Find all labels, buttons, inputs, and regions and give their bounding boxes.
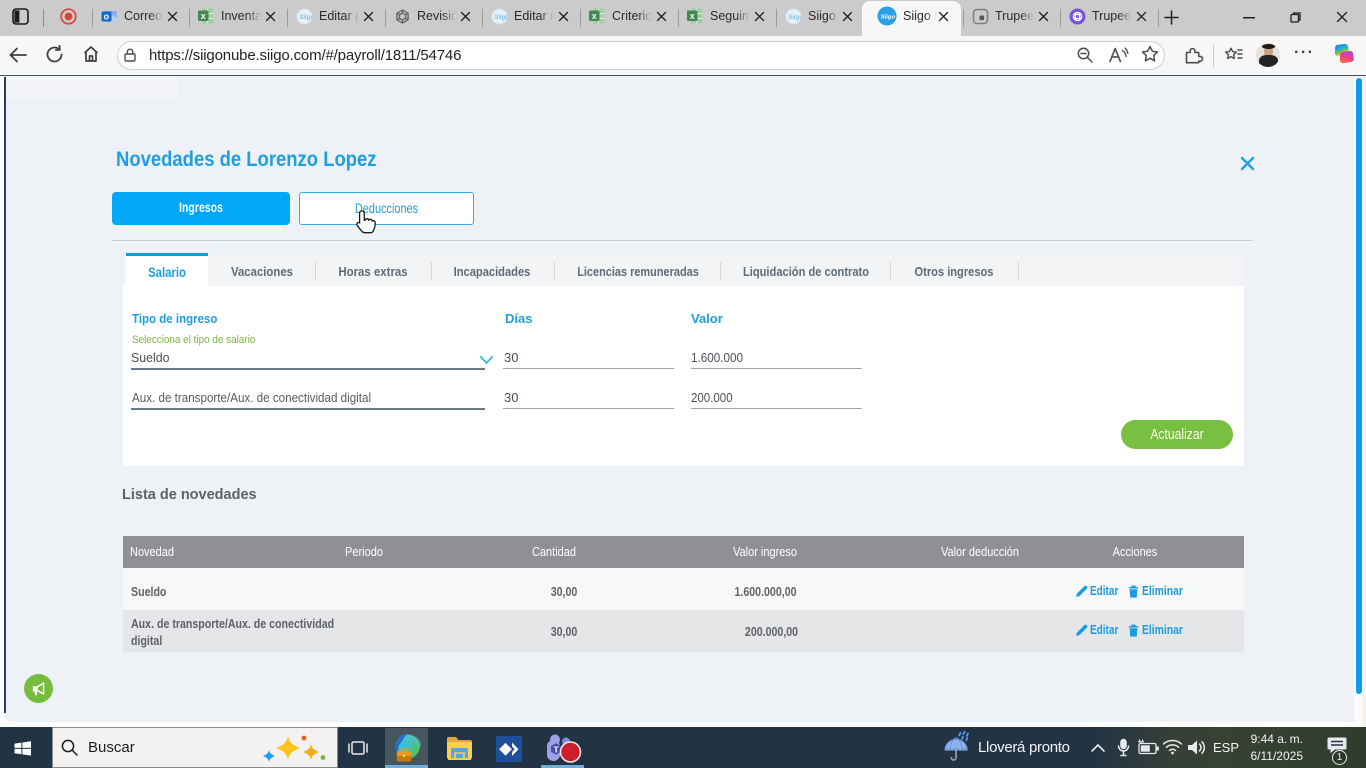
svg-text:Siigo: Siigo bbox=[788, 15, 802, 21]
svg-text:T: T bbox=[554, 745, 560, 755]
svg-text:Siigo: Siigo bbox=[299, 15, 313, 21]
svg-text:Siigo: Siigo bbox=[881, 14, 896, 20]
svg-text:x: x bbox=[201, 11, 206, 21]
svg-text:o: o bbox=[104, 12, 110, 22]
svg-text:Siigo: Siigo bbox=[494, 15, 508, 21]
svg-text:x: x bbox=[592, 11, 597, 21]
svg-text:x: x bbox=[690, 11, 695, 21]
